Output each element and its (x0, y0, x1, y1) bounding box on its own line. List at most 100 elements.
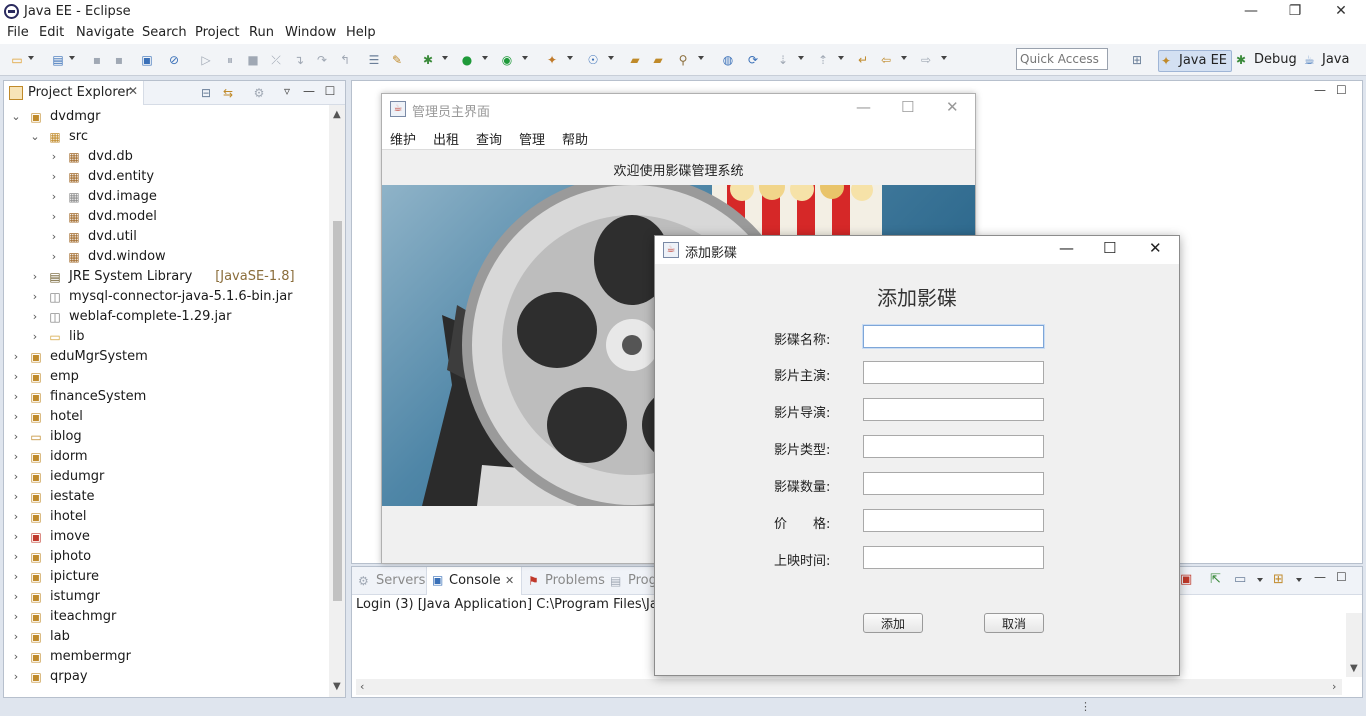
open-console-icon[interactable]: ⊞ (1273, 572, 1284, 587)
chevron-right-icon[interactable]: › (48, 187, 60, 207)
price-input[interactable] (863, 509, 1044, 532)
add-button[interactable]: 添加 (863, 613, 923, 633)
chevron-right-icon[interactable]: › (10, 627, 22, 647)
link-with-editor-icon[interactable]: ⇆ (220, 85, 236, 101)
dialog-minimize-button[interactable]: — (1059, 239, 1074, 257)
minimize-button[interactable]: — (1228, 0, 1274, 24)
step-over-icon[interactable]: ↷ (314, 52, 330, 68)
menu-maintain[interactable]: 维护 (390, 129, 416, 148)
new-server-icon[interactable]: ▤ (50, 52, 66, 68)
suspend-icon[interactable]: ⏸ (222, 52, 238, 68)
prev-annotation-icon[interactable]: ⇡ (815, 52, 831, 68)
pin-console-icon[interactable]: ⇱ (1210, 572, 1221, 587)
globe-icon[interactable]: ◍ (720, 52, 736, 68)
back-dropdown-icon[interactable] (901, 56, 907, 60)
menu-help[interactable]: Help (346, 25, 376, 40)
dialog-close-button[interactable]: ✕ (1149, 239, 1162, 257)
director-input[interactable] (863, 398, 1044, 421)
chevron-right-icon[interactable]: › (29, 307, 41, 327)
maximize-view-icon[interactable]: ☐ (322, 83, 338, 99)
refresh-icon[interactable]: ⟳ (745, 52, 761, 68)
debug-icon[interactable]: ✱ (420, 52, 436, 68)
run-icon[interactable]: ● (459, 52, 475, 68)
console-scroll-left-icon[interactable]: ‹ (360, 680, 364, 693)
new-java-project-icon[interactable]: ✦ (544, 52, 560, 68)
new-java-project-dropdown-icon[interactable] (567, 56, 573, 60)
release-date-input[interactable] (863, 546, 1044, 569)
open-console-dropdown-icon[interactable] (1296, 578, 1302, 582)
forward-dropdown-icon[interactable] (941, 56, 947, 60)
next-annotation-dropdown-icon[interactable] (798, 56, 804, 60)
chevron-right-icon[interactable]: › (10, 667, 22, 687)
debug-dropdown-icon[interactable] (442, 56, 448, 60)
new-dropdown-icon[interactable] (28, 56, 34, 60)
run-server-dropdown-icon[interactable] (522, 56, 528, 60)
cancel-button[interactable]: 取消 (984, 613, 1044, 633)
chevron-right-icon[interactable]: › (48, 147, 60, 167)
chevron-right-icon[interactable]: › (29, 327, 41, 347)
save-icon[interactable]: ▪ (89, 52, 105, 68)
chevron-right-icon[interactable]: › (10, 527, 22, 547)
minimize-view-icon[interactable]: — (301, 83, 317, 99)
close-console-icon[interactable]: ✕ (505, 574, 514, 587)
perspective-debug[interactable]: ✱ Debug (1234, 50, 1301, 72)
editor-minimize-icon[interactable]: — (1314, 83, 1326, 97)
new-icon[interactable]: ▭ (9, 52, 25, 68)
console-scroll-down-icon[interactable]: ▼ (1350, 663, 1358, 674)
lead-actor-input[interactable] (863, 361, 1044, 384)
chevron-down-icon[interactable]: ⌄ (29, 127, 41, 147)
chevron-right-icon[interactable]: › (10, 447, 22, 467)
menu-navigate[interactable]: Navigate (76, 25, 134, 40)
tab-problems[interactable]: Problems (545, 573, 605, 588)
menu-search[interactable]: Search (142, 25, 187, 40)
menu-manage[interactable]: 管理 (519, 129, 545, 148)
run-server-icon[interactable]: ◉ (499, 52, 515, 68)
chevron-down-icon[interactable]: ⌄ (10, 107, 22, 127)
open-type-icon[interactable]: ▰ (627, 52, 643, 68)
back-icon[interactable]: ⇦ (878, 52, 894, 68)
chevron-right-icon[interactable]: › (10, 547, 22, 567)
collapse-all-icon[interactable]: ⊟ (198, 85, 214, 101)
console-scroll-right-icon[interactable]: › (1332, 680, 1336, 693)
scroll-up-icon[interactable]: ▲ (333, 109, 341, 120)
perspective-java[interactable]: ☕ Java (1302, 50, 1353, 72)
skip-breakpoints-icon[interactable]: ⊘ (166, 52, 182, 68)
save-all-icon[interactable]: ▪ (111, 52, 127, 68)
explorer-scrollbar-thumb[interactable] (333, 221, 342, 601)
chevron-right-icon[interactable]: › (29, 267, 41, 287)
forward-icon[interactable]: ⇨ (918, 52, 934, 68)
terminate-console-icon[interactable]: ▣ (1180, 572, 1192, 587)
perspective-java-ee[interactable]: ✦ Java EE (1158, 50, 1233, 72)
next-annotation-icon[interactable]: ⇣ (775, 52, 791, 68)
open-task-icon[interactable]: ▰ (650, 52, 666, 68)
chevron-right-icon[interactable]: › (10, 367, 22, 387)
chevron-right-icon[interactable]: › (10, 347, 22, 367)
chevron-right-icon[interactable]: › (10, 587, 22, 607)
open-perspective-icon[interactable]: ⊞ (1129, 52, 1145, 68)
step-return-icon[interactable]: ↰ (337, 52, 353, 68)
disconnect-icon[interactable]: ⤫ (268, 52, 284, 68)
close-tab-icon[interactable]: ✕ (128, 84, 138, 98)
display-console-icon[interactable]: ▭ (1234, 572, 1246, 587)
chevron-right-icon[interactable]: › (10, 567, 22, 587)
chevron-right-icon[interactable]: › (10, 647, 22, 667)
chevron-right-icon[interactable]: › (10, 467, 22, 487)
menu-rent[interactable]: 出租 (433, 129, 459, 148)
mark-occurrences-icon[interactable]: ✎ (389, 52, 405, 68)
quantity-input[interactable] (863, 472, 1044, 495)
main-window-minimize-button[interactable]: — (856, 98, 871, 116)
scroll-down-icon[interactable]: ▼ (333, 681, 341, 692)
resume-icon[interactable]: ▷ (198, 52, 214, 68)
main-window-close-button[interactable]: ✕ (946, 98, 959, 116)
quick-access-input[interactable] (1016, 48, 1108, 70)
chevron-right-icon[interactable]: › (10, 487, 22, 507)
console-tab[interactable]: ▣ Console ✕ (426, 567, 522, 595)
restore-button[interactable]: ❐ (1272, 0, 1318, 24)
genre-input[interactable] (863, 435, 1044, 458)
chevron-right-icon[interactable]: › (10, 607, 22, 627)
focus-icon[interactable]: ⚙ (251, 85, 267, 101)
display-console-dropdown-icon[interactable] (1257, 578, 1263, 582)
console-maximize-icon[interactable]: ☐ (1336, 570, 1347, 584)
chevron-right-icon[interactable]: › (29, 287, 41, 307)
menu-run[interactable]: Run (249, 25, 274, 40)
